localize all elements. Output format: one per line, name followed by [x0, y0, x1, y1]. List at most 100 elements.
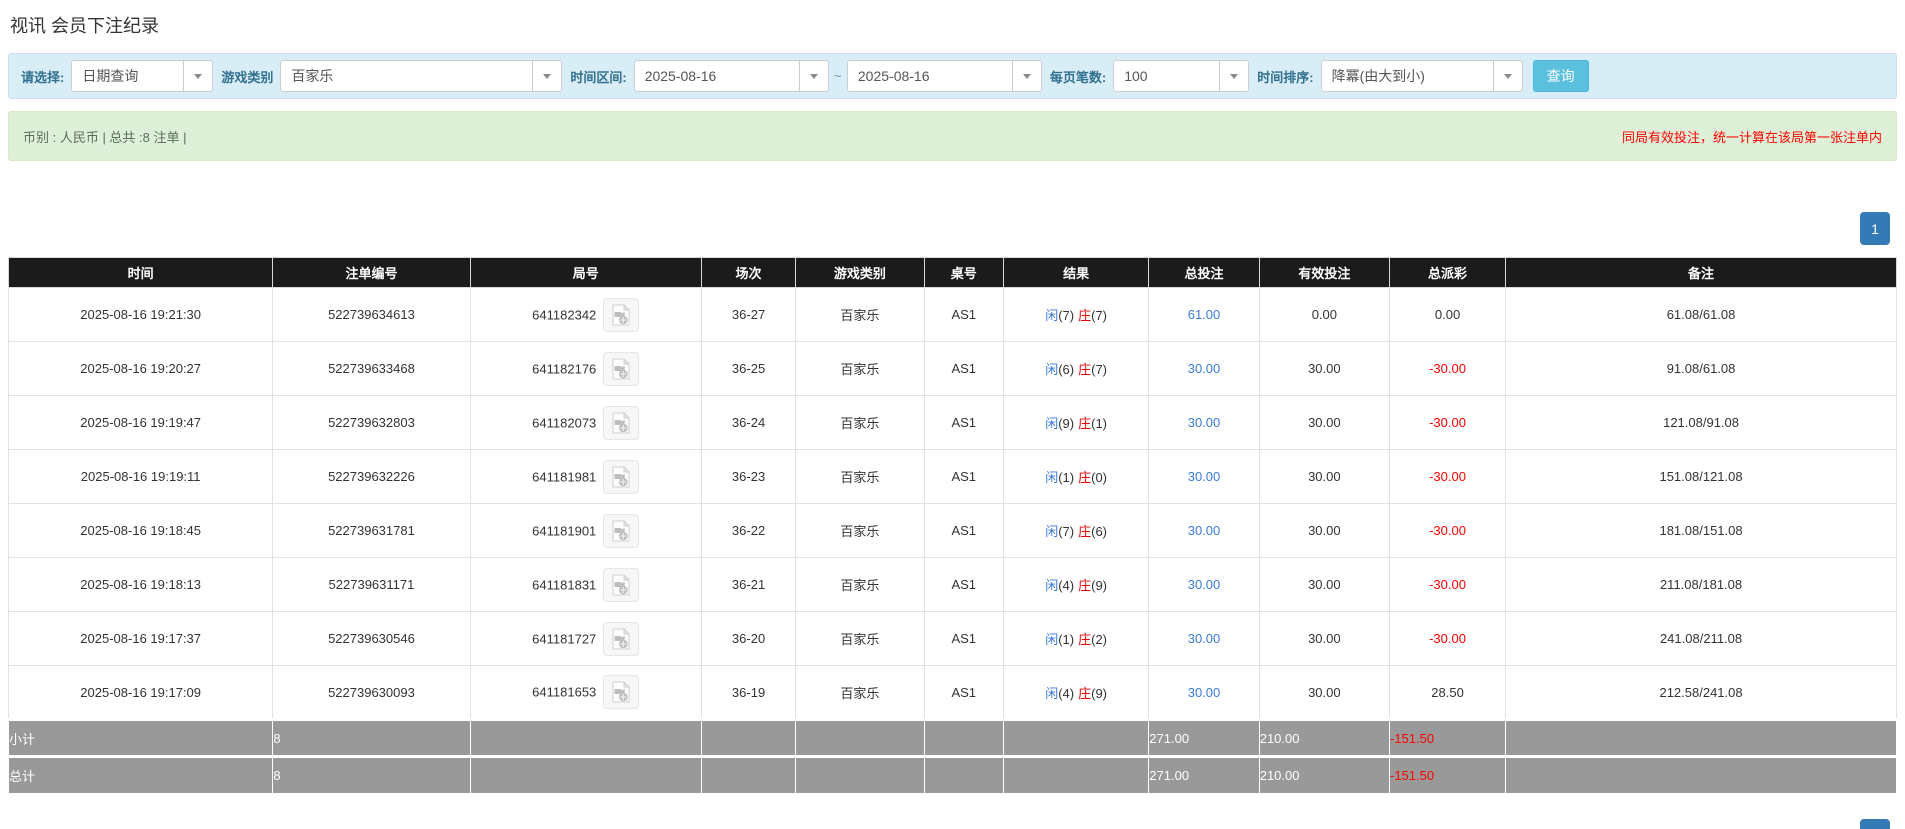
- result-player-label: 闲: [1045, 686, 1058, 701]
- cell-table-no: AS1: [924, 558, 1003, 612]
- result-banker-label: 庄: [1078, 470, 1091, 485]
- video-replay-button[interactable]: [603, 675, 639, 709]
- cell-time: 2025-08-16 19:21:30: [9, 288, 273, 342]
- video-replay-button[interactable]: [603, 622, 639, 656]
- video-replay-icon: [611, 574, 631, 596]
- round-no-text: 641181831: [532, 577, 596, 592]
- date-from-caret-button[interactable]: [799, 60, 829, 92]
- result-player-label: 闲: [1045, 362, 1058, 377]
- subtotal-row: 小计 8 271.00 210.00 -151.50: [9, 720, 1897, 757]
- col-header-time: 时间: [9, 258, 273, 288]
- time-sort-dropdown[interactable]: 降冪(由大到小): [1321, 60, 1523, 92]
- cell-bet-no: 522739633468: [273, 342, 470, 396]
- round-no-text: 641181981: [532, 469, 596, 484]
- date-to-dropdown[interactable]: 2025-08-16: [847, 60, 1042, 92]
- video-replay-icon: [611, 681, 631, 703]
- video-replay-button[interactable]: [603, 298, 639, 332]
- result-player-score: (7): [1058, 524, 1074, 539]
- chevron-down-icon: [810, 74, 818, 79]
- col-header-table-no: 桌号: [924, 258, 1003, 288]
- result-banker-score: (7): [1091, 308, 1107, 323]
- col-header-session: 场次: [701, 258, 795, 288]
- chevron-down-icon: [194, 74, 202, 79]
- cell-bet-no: 522739632803: [273, 396, 470, 450]
- cell-session: 36-24: [701, 396, 795, 450]
- total-bet-link[interactable]: 30.00: [1188, 523, 1221, 538]
- cell-table-no: AS1: [924, 288, 1003, 342]
- video-replay-icon: [611, 466, 631, 488]
- total-bet-link[interactable]: 61.00: [1188, 307, 1221, 322]
- table-header: 时间 注单编号 局号 场次 游戏类别 桌号 结果 总投注 有效投注 总派彩 备注: [9, 258, 1897, 288]
- result-banker-score: (6): [1091, 524, 1107, 539]
- cell-session: 36-21: [701, 558, 795, 612]
- page-1-button-bottom[interactable]: 1: [1860, 819, 1890, 829]
- page-size-caret-button[interactable]: [1219, 60, 1249, 92]
- total-payout: -151.50: [1389, 757, 1505, 794]
- total-bet-link[interactable]: 30.00: [1188, 631, 1221, 646]
- chevron-down-icon: [543, 74, 551, 79]
- time-sort-value: 降冪(由大到小): [1321, 60, 1493, 92]
- cell-round-no: 641181831: [470, 558, 701, 612]
- chevron-down-icon: [1023, 74, 1031, 79]
- cell-payout: -30.00: [1389, 612, 1505, 666]
- cell-table-no: AS1: [924, 450, 1003, 504]
- cell-result: 闲(7)庄(7): [1003, 288, 1148, 342]
- cell-payout: -30.00: [1389, 558, 1505, 612]
- game-type-dropdown[interactable]: 百家乐: [280, 60, 562, 92]
- video-replay-button[interactable]: [603, 514, 639, 548]
- valid-bet-note: 同局有效投注，统一计算在该局第一张注单内: [1622, 127, 1882, 146]
- cell-bet-no: 522739631171: [273, 558, 470, 612]
- col-header-remark: 备注: [1506, 258, 1897, 288]
- date-range-tilde: ~: [834, 68, 842, 84]
- cell-total-bet: 30.00: [1149, 450, 1259, 504]
- result-player-label: 闲: [1045, 470, 1058, 485]
- cell-game-type: 百家乐: [796, 504, 924, 558]
- cell-result: 闲(4)庄(9): [1003, 666, 1148, 720]
- cell-result: 闲(4)庄(9): [1003, 558, 1148, 612]
- cell-game-type: 百家乐: [796, 396, 924, 450]
- video-replay-button[interactable]: [603, 460, 639, 494]
- date-to-caret-button[interactable]: [1012, 60, 1042, 92]
- cell-time: 2025-08-16 19:17:37: [9, 612, 273, 666]
- cell-session: 36-27: [701, 288, 795, 342]
- video-replay-button[interactable]: [603, 352, 639, 386]
- total-bet-link[interactable]: 30.00: [1188, 685, 1221, 700]
- result-banker-label: 庄: [1078, 362, 1091, 377]
- cell-round-no: 641182342: [470, 288, 701, 342]
- query-type-caret-button[interactable]: [183, 60, 213, 92]
- query-type-dropdown[interactable]: 日期查询: [71, 60, 213, 92]
- cell-valid-bet: 30.00: [1259, 396, 1389, 450]
- result-player-score: (1): [1058, 470, 1074, 485]
- cell-total-bet: 30.00: [1149, 558, 1259, 612]
- cell-remark: 211.08/181.08: [1506, 558, 1897, 612]
- video-replay-icon: [611, 304, 631, 326]
- total-bet-link[interactable]: 30.00: [1188, 469, 1221, 484]
- cell-time: 2025-08-16 19:18:45: [9, 504, 273, 558]
- video-replay-button[interactable]: [603, 568, 639, 602]
- time-sort-caret-button[interactable]: [1493, 60, 1523, 92]
- total-row: 总计 8 271.00 210.00 -151.50: [9, 757, 1897, 794]
- pagination-top: 1: [8, 212, 1897, 245]
- cell-time: 2025-08-16 19:17:09: [9, 666, 273, 720]
- game-type-caret-button[interactable]: [532, 60, 562, 92]
- page-size-dropdown[interactable]: 100: [1113, 60, 1249, 92]
- date-from-dropdown[interactable]: 2025-08-16: [634, 60, 829, 92]
- result-player-label: 闲: [1045, 632, 1058, 647]
- total-bet-link[interactable]: 30.00: [1188, 361, 1221, 376]
- query-button[interactable]: 查询: [1533, 60, 1589, 92]
- cell-valid-bet: 30.00: [1259, 504, 1389, 558]
- total-bet-link[interactable]: 30.00: [1188, 415, 1221, 430]
- page-1-button[interactable]: 1: [1860, 212, 1890, 245]
- cell-round-no: 641182176: [470, 342, 701, 396]
- cell-time: 2025-08-16 19:20:27: [9, 342, 273, 396]
- total-bet-link[interactable]: 30.00: [1188, 577, 1221, 592]
- cell-game-type: 百家乐: [796, 450, 924, 504]
- table-row: 2025-08-16 19:18:45 522739631781 6411819…: [9, 504, 1897, 558]
- cell-remark: 151.08/121.08: [1506, 450, 1897, 504]
- cell-bet-no: 522739630093: [273, 666, 470, 720]
- result-banker-score: (9): [1091, 686, 1107, 701]
- col-header-game-type: 游戏类别: [796, 258, 924, 288]
- video-replay-button[interactable]: [603, 406, 639, 440]
- result-banker-label: 庄: [1078, 308, 1091, 323]
- cell-round-no: 641181981: [470, 450, 701, 504]
